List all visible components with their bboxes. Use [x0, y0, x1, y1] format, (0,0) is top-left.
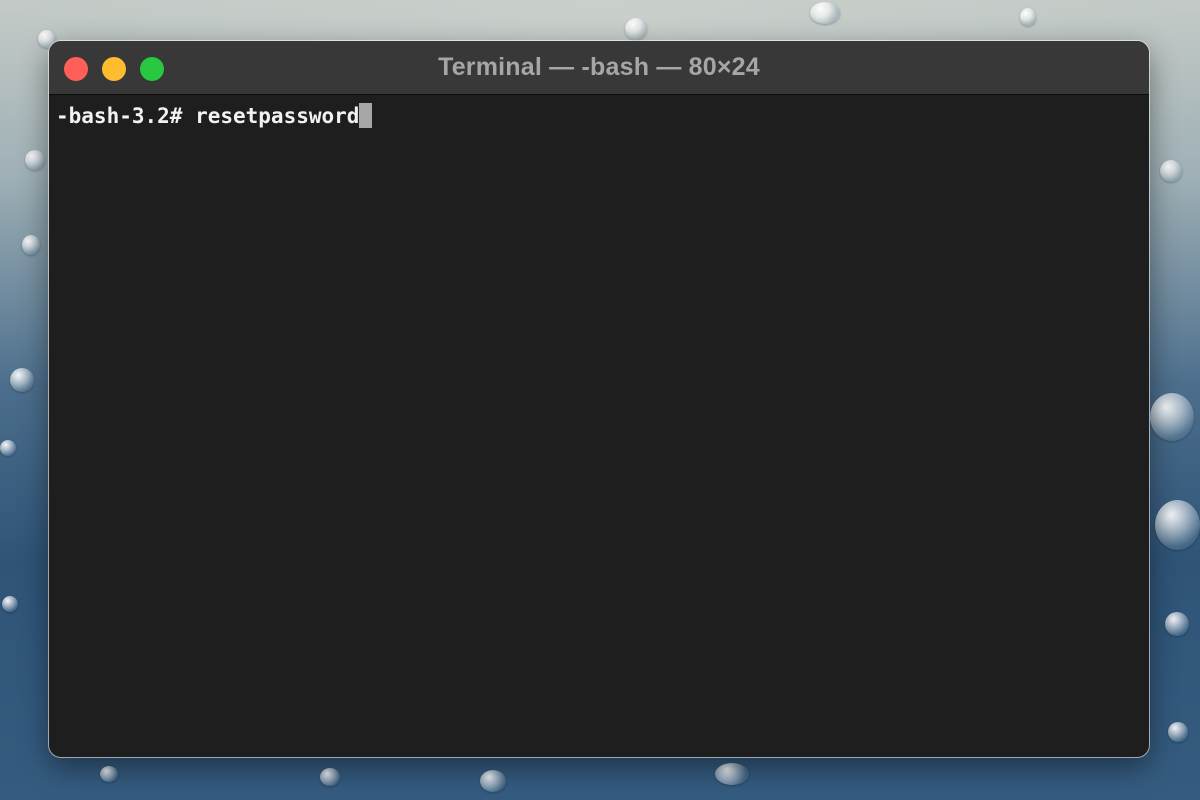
window-title: Terminal — -bash — 80×24: [438, 53, 760, 81]
text-cursor: [359, 103, 373, 128]
terminal-line: -bash-3.2# resetpassword: [56, 103, 1149, 130]
water-drop: [100, 766, 118, 782]
terminal-content[interactable]: -bash-3.2# resetpassword: [49, 95, 1149, 757]
water-drop: [480, 770, 506, 792]
shell-prompt: -bash-3.2#: [56, 104, 196, 128]
water-drop: [715, 763, 749, 785]
title-bar[interactable]: Terminal — -bash — 80×24: [49, 41, 1149, 95]
water-drop: [2, 596, 18, 612]
water-drop: [1150, 393, 1194, 441]
water-drop: [0, 440, 16, 456]
water-drop: [320, 768, 340, 786]
water-drop: [1160, 160, 1182, 182]
water-drop: [1020, 8, 1036, 26]
water-drop: [22, 235, 40, 255]
water-drop: [10, 368, 34, 392]
typed-command: resetpassword: [195, 104, 360, 128]
water-drop: [1168, 722, 1188, 742]
water-drop: [1165, 612, 1189, 636]
terminal-window[interactable]: Terminal — -bash — 80×24 -bash-3.2# rese…: [49, 41, 1149, 757]
water-drop: [625, 18, 647, 40]
water-drop: [25, 150, 45, 170]
water-drop: [810, 2, 840, 24]
water-drop: [1155, 500, 1200, 550]
